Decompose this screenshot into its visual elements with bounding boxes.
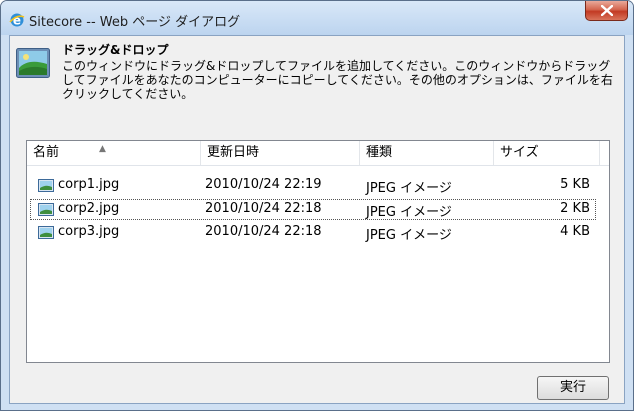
jpeg-file-icon: [38, 203, 54, 216]
file-modified: 2010/10/24 22:18: [205, 224, 322, 239]
file-name: corp3.jpg: [58, 224, 120, 239]
jpeg-file-icon: [38, 179, 54, 192]
jpeg-file-icon: [38, 226, 54, 239]
close-button[interactable]: [585, 1, 628, 21]
ie-icon: e: [9, 12, 25, 28]
column-header-row: ▲ 名前 更新日時 種類 サイズ: [27, 141, 609, 166]
column-header-type[interactable]: 種類: [360, 141, 494, 165]
file-list[interactable]: ▲ 名前 更新日時 種類 サイズ corp1.jpg 2010/10/24 22…: [26, 140, 610, 363]
list-item-selected[interactable]: corp2.jpg 2010/10/24 22:18 JPEG イメージ 2 K…: [30, 199, 596, 220]
image-icon: [16, 48, 50, 78]
header-description: このウィンドウにドラッグ&ドロップしてファイルを追加してください。このウィンドウ…: [62, 59, 613, 101]
file-modified: 2010/10/24 22:19: [205, 177, 322, 192]
column-header-modified[interactable]: 更新日時: [201, 141, 360, 165]
file-type: JPEG イメージ: [366, 205, 452, 220]
file-size: 4 KB: [560, 224, 590, 239]
file-type: JPEG イメージ: [366, 228, 452, 243]
column-header-name[interactable]: ▲ 名前: [27, 141, 201, 165]
file-type: JPEG イメージ: [366, 181, 452, 196]
list-item[interactable]: corp1.jpg 2010/10/24 22:19 JPEG イメージ 5 K…: [30, 175, 596, 196]
dialog-content: ドラッグ&ドロップ このウィンドウにドラッグ&ドロップしてファイルを追加してくだ…: [9, 35, 625, 404]
file-name: corp1.jpg: [58, 177, 120, 192]
file-name: corp2.jpg: [58, 201, 120, 216]
window-title: Sitecore -- Web ページ ダイアログ: [29, 15, 241, 30]
dialog-window: e Sitecore -- Web ページ ダイアログ ドラッグ&ドロップ この…: [0, 0, 634, 411]
list-item[interactable]: corp3.jpg 2010/10/24 22:18 JPEG イメージ 4 K…: [30, 222, 596, 243]
execute-button[interactable]: 実行: [537, 376, 609, 400]
file-modified: 2010/10/24 22:18: [205, 201, 322, 216]
close-icon: [601, 5, 613, 16]
file-size: 2 KB: [560, 201, 590, 216]
file-size: 5 KB: [560, 177, 590, 192]
header-title: ドラッグ&ドロップ: [62, 43, 169, 57]
column-header-size[interactable]: サイズ: [494, 141, 600, 165]
title-bar[interactable]: e Sitecore -- Web ページ ダイアログ: [1, 1, 633, 35]
sort-ascending-icon: ▲: [99, 144, 106, 154]
